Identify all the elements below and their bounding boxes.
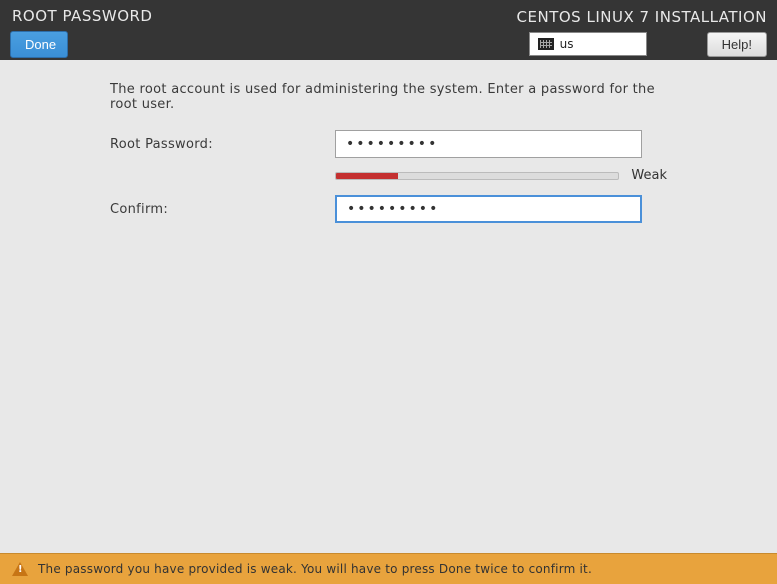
page-title: ROOT PASSWORD xyxy=(10,3,152,25)
confirm-password-label: Confirm: xyxy=(110,202,335,217)
password-strength-bar xyxy=(335,172,619,180)
password-strength-row: Weak xyxy=(335,168,667,183)
keyboard-layout-label: us xyxy=(560,37,574,51)
root-password-row: Root Password: xyxy=(110,130,667,158)
warning-icon xyxy=(12,562,28,576)
content-area: The root account is used for administeri… xyxy=(0,60,777,223)
header-controls: us Help! xyxy=(529,32,767,57)
password-strength-label: Weak xyxy=(631,168,667,183)
keyboard-icon xyxy=(538,38,554,50)
root-password-label: Root Password: xyxy=(110,137,335,152)
confirm-password-row: Confirm: xyxy=(110,195,667,223)
warning-message: The password you have provided is weak. … xyxy=(38,562,592,576)
root-password-input[interactable] xyxy=(335,130,642,158)
password-strength-fill xyxy=(336,173,398,179)
header-bar: ROOT PASSWORD Done CENTOS LINUX 7 INSTAL… xyxy=(0,0,777,60)
warning-bar: The password you have provided is weak. … xyxy=(0,553,777,584)
done-button[interactable]: Done xyxy=(10,31,68,58)
header-left: ROOT PASSWORD Done xyxy=(10,3,152,58)
keyboard-layout-selector[interactable]: us xyxy=(529,32,647,56)
description-text: The root account is used for administeri… xyxy=(110,82,667,112)
help-button[interactable]: Help! xyxy=(707,32,767,57)
header-right: CENTOS LINUX 7 INSTALLATION us Help! xyxy=(517,4,767,57)
installer-title: CENTOS LINUX 7 INSTALLATION xyxy=(517,4,767,26)
confirm-password-input[interactable] xyxy=(335,195,642,223)
